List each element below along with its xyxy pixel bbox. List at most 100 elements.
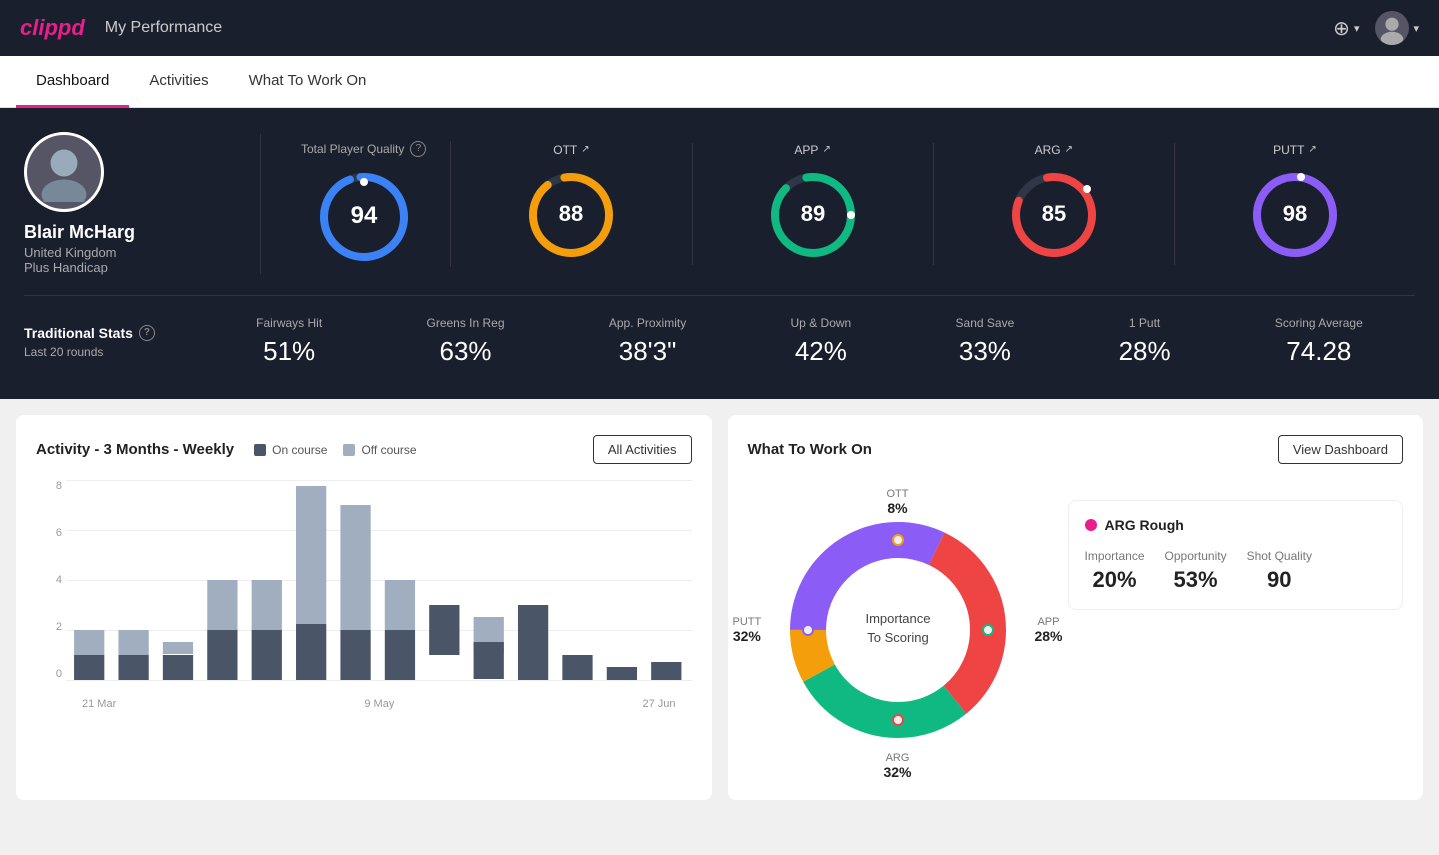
- workon-card-header: What To Work On View Dashboard: [748, 435, 1404, 464]
- workon-content: Importance To Scoring OTT 8% APP 28%: [748, 480, 1404, 780]
- stat-updown: Up & Down 42%: [791, 316, 852, 367]
- header-left: clippd My Performance: [20, 15, 222, 41]
- x-label-jun: 27 Jun: [642, 698, 675, 710]
- workon-card: What To Work On View Dashboard: [728, 415, 1424, 800]
- player-handicap: Plus Handicap: [24, 260, 108, 275]
- performance-section: Blair McHarg United Kingdom Plus Handica…: [0, 108, 1439, 399]
- focus-card: ARG Rough Importance 20% Opportunity 53%…: [1068, 500, 1404, 610]
- ott-seg-pct: 8%: [887, 500, 909, 516]
- gauge-putt: PUTT ↗ 98: [1175, 143, 1415, 265]
- traditional-stats: Traditional Stats ? Last 20 rounds Fairw…: [24, 295, 1415, 367]
- x-label-may: 9 May: [364, 698, 394, 710]
- svg-text:89: 89: [800, 201, 824, 226]
- bars-svg: [66, 480, 692, 680]
- grid-line: [66, 680, 692, 681]
- gauge-group: OTT ↗ 88 APP ↗ 89: [451, 143, 1415, 265]
- donut-label-putt: PUTT 32%: [733, 616, 762, 644]
- putt-seg-label: PUTT: [733, 616, 762, 628]
- donut-svg: Importance To Scoring: [748, 480, 1048, 780]
- y-label-2: 2: [56, 621, 62, 633]
- player-name: Blair McHarg: [24, 222, 135, 243]
- workon-right: ARG Rough Importance 20% Opportunity 53%…: [1068, 480, 1404, 610]
- stat-scoring: Scoring Average 74.28: [1275, 316, 1363, 367]
- app-seg-label: APP: [1034, 616, 1062, 628]
- putt-trend-icon: ↗: [1308, 144, 1316, 155]
- svg-text:Importance: Importance: [865, 611, 930, 626]
- stats-help-icon[interactable]: ?: [139, 325, 155, 341]
- tab-activities[interactable]: Activities: [129, 56, 228, 108]
- gauge-arg: ARG ↗ 85: [934, 143, 1175, 265]
- arg-gauge-svg: 85: [1004, 165, 1104, 265]
- help-icon[interactable]: ?: [410, 141, 426, 157]
- focus-importance: Importance 20%: [1085, 549, 1145, 593]
- stat-greens: Greens In Reg 63%: [426, 316, 504, 367]
- ott-gauge-svg: 88: [521, 165, 621, 265]
- header-title: My Performance: [105, 19, 222, 37]
- putt-seg-pct: 32%: [733, 628, 762, 644]
- stat-items: Fairways Hit 51% Greens In Reg 63% App. …: [204, 316, 1415, 367]
- bottom-section: Activity - 3 Months - Weekly On course O…: [0, 399, 1439, 816]
- donut-chart-area: Importance To Scoring OTT 8% APP 28%: [748, 480, 1048, 780]
- stats-label-text: Traditional Stats: [24, 325, 133, 341]
- profile-avatar: [24, 132, 104, 212]
- chart-legend: On course Off course: [254, 443, 417, 457]
- workon-title: What To Work On: [748, 441, 872, 458]
- ott-trend-icon: ↗: [581, 144, 589, 155]
- on-course-color: [254, 444, 266, 456]
- total-quality-gauge: Total Player Quality ? 94: [277, 141, 451, 267]
- focus-dot: [1085, 519, 1097, 531]
- legend-off-course: Off course: [343, 443, 416, 457]
- stat-1putt: 1 Putt 28%: [1119, 316, 1171, 367]
- x-label-mar: 21 Mar: [82, 698, 116, 710]
- focus-opportunity: Opportunity 53%: [1165, 549, 1227, 593]
- stats-label-group: Traditional Stats ? Last 20 rounds: [24, 325, 184, 359]
- svg-text:88: 88: [559, 201, 583, 226]
- header-right: ⊕ ▾ ▾: [1333, 11, 1419, 45]
- stat-fairways: Fairways Hit 51%: [256, 316, 322, 367]
- focus-shot-quality: Shot Quality 90: [1247, 549, 1312, 593]
- stat-proximity: App. Proximity 38'3": [609, 316, 686, 367]
- divider: [260, 134, 261, 274]
- x-labels: 21 Mar 9 May 27 Jun: [66, 698, 692, 710]
- tab-what-to-work-on[interactable]: What To Work On: [229, 56, 387, 108]
- ott-seg-label: OTT: [887, 488, 909, 500]
- donut-label-ott: OTT 8%: [887, 488, 909, 516]
- profile-gauges-row: Blair McHarg United Kingdom Plus Handica…: [24, 132, 1415, 275]
- total-quality-svg: 94: [314, 167, 414, 267]
- logo[interactable]: clippd: [20, 15, 85, 41]
- legend-on-course: On course: [254, 443, 327, 457]
- player-country: United Kingdom: [24, 245, 117, 260]
- donut-label-app: APP 28%: [1034, 616, 1062, 644]
- y-label-6: 6: [56, 527, 62, 539]
- y-label-4: 4: [56, 574, 62, 586]
- svg-text:85: 85: [1042, 201, 1066, 226]
- bar-chart: 8 6 4 2 0: [36, 480, 692, 710]
- off-course-color: [343, 444, 355, 456]
- avatar: [1375, 11, 1409, 45]
- user-menu[interactable]: ▾: [1375, 11, 1419, 45]
- app-seg-pct: 28%: [1034, 628, 1062, 644]
- header: clippd My Performance ⊕ ▾ ▾: [0, 0, 1439, 56]
- gauge-ott: OTT ↗ 88: [451, 143, 692, 265]
- donut-label-arg: ARG 32%: [883, 752, 911, 780]
- svg-text:98: 98: [1283, 201, 1307, 226]
- arg-trend-icon: ↗: [1065, 144, 1073, 155]
- svg-text:To Scoring: To Scoring: [867, 630, 928, 645]
- view-dashboard-button[interactable]: View Dashboard: [1278, 435, 1403, 464]
- total-quality-value: 94: [350, 202, 377, 229]
- app-trend-icon: ↗: [822, 144, 830, 155]
- stats-sublabel: Last 20 rounds: [24, 345, 184, 359]
- tab-dashboard[interactable]: Dashboard: [16, 56, 129, 108]
- activity-card: Activity - 3 Months - Weekly On course O…: [16, 415, 712, 800]
- gauge-app: APP ↗ 89: [693, 143, 934, 265]
- activity-chart-title: Activity - 3 Months - Weekly: [36, 441, 234, 458]
- total-quality-label: Total Player Quality: [301, 142, 404, 156]
- y-label-0: 0: [56, 668, 62, 680]
- add-icon[interactable]: ⊕ ▾: [1333, 16, 1359, 41]
- profile-info: Blair McHarg United Kingdom Plus Handica…: [24, 132, 244, 275]
- app-gauge-svg: 89: [763, 165, 863, 265]
- all-activities-button[interactable]: All Activities: [593, 435, 692, 464]
- arg-seg-label: ARG: [883, 752, 911, 764]
- putt-gauge-svg: 98: [1245, 165, 1345, 265]
- y-label-8: 8: [56, 480, 62, 492]
